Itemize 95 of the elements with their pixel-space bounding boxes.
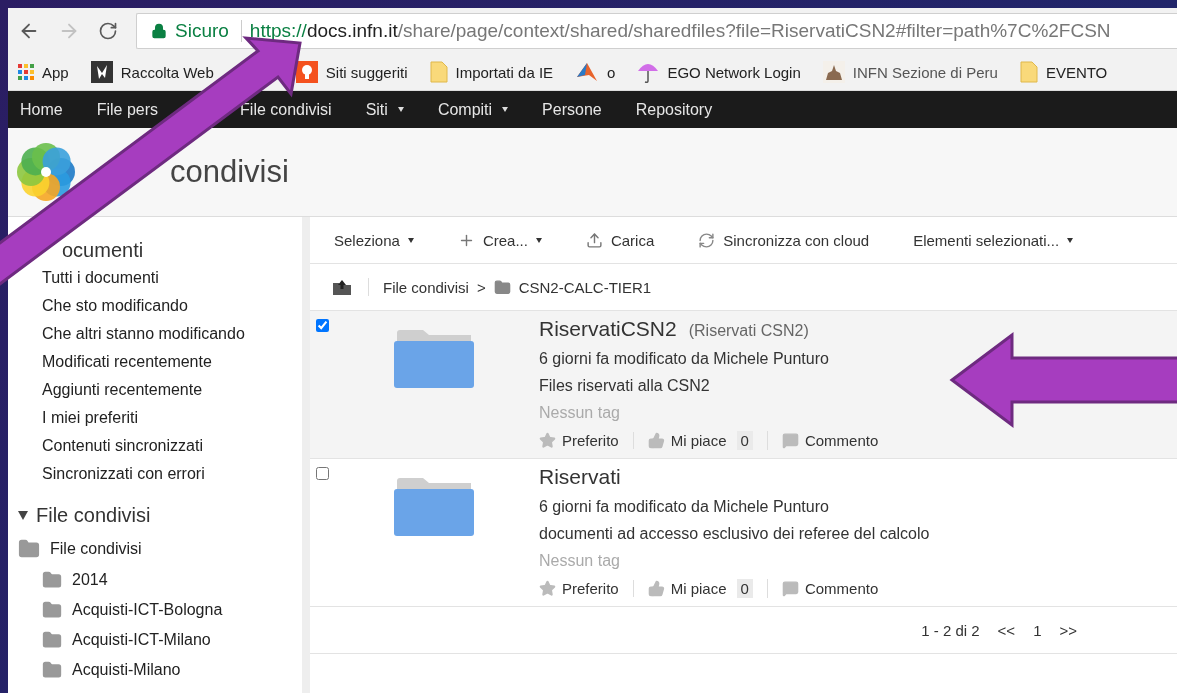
toolbar-button[interactable]: Carica bbox=[585, 231, 655, 249]
toolbar-button[interactable]: Crea... bbox=[457, 231, 542, 249]
secure-label: Sicuro bbox=[175, 20, 242, 42]
row-checkbox[interactable] bbox=[316, 319, 329, 332]
tree-folder[interactable]: Acquisti-ICT-Milano bbox=[18, 625, 302, 655]
sidebar-item[interactable]: Aggiunti recentemente bbox=[18, 376, 302, 404]
prev-page-link[interactable]: << bbox=[997, 621, 1016, 639]
bookmark[interactable]: EGO Network Login bbox=[637, 60, 801, 84]
tags-text: Nessun tag bbox=[539, 552, 621, 570]
bookmark[interactable]: Importati da IE bbox=[429, 61, 554, 83]
bookmark[interactable]: Siti suggeriti bbox=[295, 61, 408, 83]
folder-icon bbox=[18, 538, 40, 560]
tags-text: Nessun tag bbox=[539, 404, 621, 422]
like-link[interactable]: Mi piace 0 bbox=[647, 431, 768, 450]
sidebar-item[interactable]: I miei preferiti bbox=[18, 404, 302, 432]
comment-link[interactable]: Commento bbox=[781, 580, 893, 597]
comment-icon bbox=[781, 580, 799, 597]
bookmark[interactable]: INFN Sezione di Peru bbox=[822, 61, 998, 83]
bookmark[interactable]: App bbox=[18, 63, 69, 81]
apps-grid-icon bbox=[18, 64, 34, 80]
modified-info: 6 giorni fa modificato da Michele Punturo bbox=[539, 498, 830, 516]
tree-folder[interactable]: Acquisti-ICT-Bologna bbox=[18, 595, 302, 625]
url-text: https://docs.infn.it/share/page/context/shared/sharedfiles?file=RiservatiCSN2#filter=path%7C%2FCSN bbox=[249, 20, 1111, 42]
caret-icon bbox=[1067, 237, 1074, 243]
sidebar-item[interactable]: Tutti i documenti bbox=[18, 264, 302, 292]
address-field[interactable]: Sicuro https://docs.infn.it/share/page/context/shared/sharedfiles?file=RiservatiCSN2#filter=path%7C%2FCSN bbox=[136, 13, 1177, 49]
folder-icon bbox=[393, 477, 475, 537]
file-row[interactable]: RiservatiCSN2 (Riservati CSN2) 6 giorni fa modificato da Michele Punturo Files riservati alla CSN2 Nessun tag Preferito Mi piace 0 Commento bbox=[310, 311, 1177, 459]
star-icon bbox=[539, 580, 556, 597]
like-link[interactable]: Mi piace 0 bbox=[647, 579, 768, 598]
section-heading: ocumenti bbox=[62, 239, 145, 262]
nav-link[interactable]: Home bbox=[20, 100, 63, 119]
toolbar-button[interactable]: Sincronizza con cloud bbox=[698, 231, 870, 249]
bookmark[interactable]: EVENTO bbox=[1019, 61, 1108, 83]
nav-link[interactable]: Persone bbox=[542, 100, 602, 119]
folder-name[interactable]: RiservatiCSN2 bbox=[539, 317, 677, 341]
page-title: condivisi bbox=[170, 154, 289, 190]
nav-link[interactable]: File pers bbox=[96, 100, 159, 119]
caret-icon bbox=[407, 237, 414, 243]
folder-title: (Riservati CSN2) bbox=[688, 322, 809, 340]
breadcrumb-link[interactable]: File condivisi bbox=[383, 278, 469, 296]
reload-button[interactable] bbox=[98, 21, 118, 41]
caret-icon bbox=[535, 237, 542, 243]
row-checkbox[interactable] bbox=[316, 467, 329, 480]
like-count: 0 bbox=[736, 579, 753, 598]
sync-icon bbox=[698, 231, 716, 249]
folder-icon bbox=[42, 570, 62, 590]
toolbar-button[interactable]: Seleziona bbox=[334, 231, 414, 249]
folder-description: Files riservati alla CSN2 bbox=[539, 377, 711, 395]
tree-heading[interactable]: File condivisi bbox=[18, 504, 302, 527]
folder-icon bbox=[42, 630, 62, 650]
flower-logo bbox=[14, 140, 78, 204]
favorite-link[interactable]: Preferito bbox=[539, 432, 634, 449]
nav-link[interactable]: Siti bbox=[365, 100, 404, 119]
breadcrumb-separator: > bbox=[476, 278, 486, 296]
folder-icon bbox=[1019, 61, 1038, 83]
tree-folder[interactable]: Acquisti-Milano bbox=[18, 655, 302, 685]
like-count: 0 bbox=[736, 431, 753, 450]
lightbulb-icon bbox=[295, 61, 318, 83]
comment-link[interactable]: Commento bbox=[781, 432, 893, 449]
tree-folder[interactable]: File condivisi bbox=[18, 533, 302, 565]
breadcrumb-current[interactable]: CSN2-CALC-TIER1 bbox=[518, 278, 652, 296]
modified-info: 6 giorni fa modificato da Michele Punturo bbox=[539, 350, 830, 368]
folder-icon bbox=[42, 600, 62, 620]
toolbar-button[interactable]: Elementi selezionati... bbox=[913, 231, 1074, 249]
folder-description: documenti ad accesso esclusivo dei referee del calcolo bbox=[539, 525, 930, 543]
sidebar-item[interactable]: Sincronizzati con errori bbox=[18, 460, 302, 488]
tree-folder[interactable]: 2014 bbox=[18, 565, 302, 595]
star-icon bbox=[539, 432, 556, 449]
parent-folder-button[interactable] bbox=[332, 278, 369, 296]
page-link[interactable]: 1 bbox=[1033, 621, 1042, 639]
thumbs-up-icon bbox=[647, 432, 665, 449]
bookmark[interactable]: o bbox=[575, 61, 616, 83]
sidebar-item[interactable]: Contenuti sincronizzati bbox=[18, 432, 302, 460]
nav-link[interactable]: Compiti bbox=[437, 100, 509, 119]
folder-icon bbox=[429, 61, 448, 83]
folder-icon bbox=[493, 278, 511, 296]
lock-icon bbox=[151, 23, 167, 39]
folder-name[interactable]: Riservati bbox=[539, 465, 621, 489]
folder-icon bbox=[393, 329, 475, 389]
butterfly-icon bbox=[90, 61, 113, 83]
thumbs-up-icon bbox=[647, 580, 665, 597]
upload-icon bbox=[585, 231, 603, 249]
pager-summary: 1 - 2 di 2 bbox=[921, 621, 980, 639]
sidebar-item[interactable]: Che sto modificando bbox=[18, 292, 302, 320]
bookmark[interactable]: Raccolta Web bbox=[90, 61, 214, 83]
comment-icon bbox=[781, 432, 799, 449]
folder-icon bbox=[42, 660, 62, 680]
nav-link[interactable]: Repository bbox=[635, 100, 713, 119]
favorite-link[interactable]: Preferito bbox=[539, 580, 634, 597]
sidebar-item[interactable]: Che altri stanno modificando bbox=[18, 320, 302, 348]
sidebar-item[interactable]: Modificati recentemente bbox=[18, 348, 302, 376]
next-page-link[interactable]: >> bbox=[1059, 621, 1077, 639]
building-icon bbox=[822, 61, 845, 83]
cone-icon bbox=[575, 61, 600, 83]
